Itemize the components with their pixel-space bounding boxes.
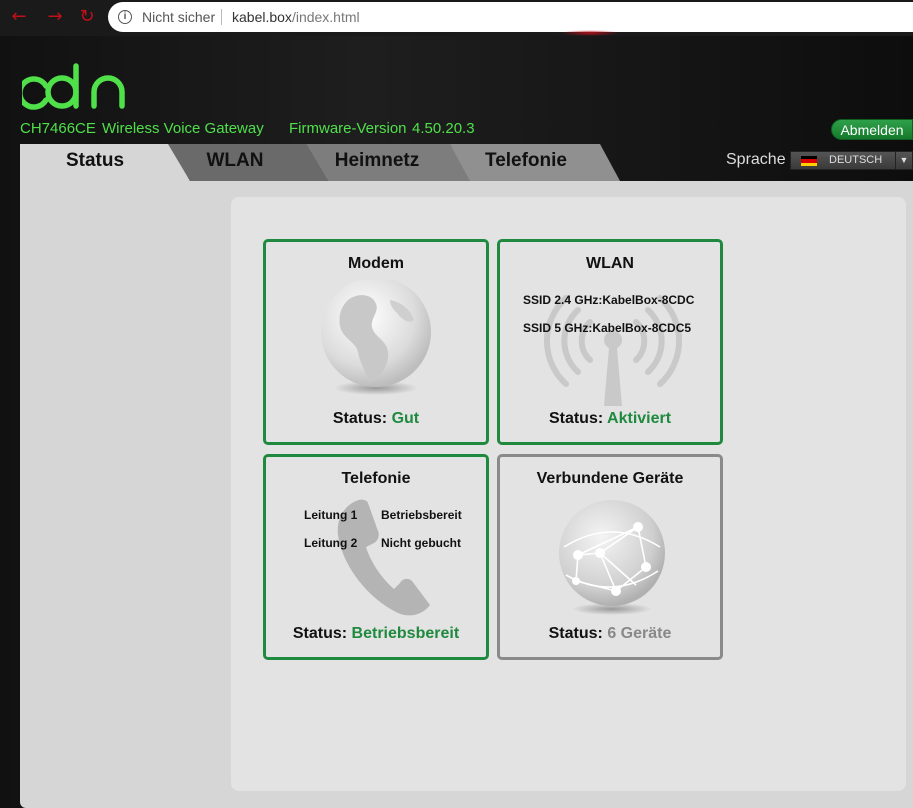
wlan-status-value: Aktiviert [607,410,672,427]
chevron-down-icon: ▼ [895,152,912,169]
devices-status: Status: 6 Geräte [500,625,720,643]
modem-status-value: Gut [391,410,420,427]
language-label: Sprache [726,151,786,168]
info-icon[interactable]: i [118,10,132,24]
address-separator [221,9,222,25]
tab-heimnetz[interactable]: Heimnetz [306,144,472,181]
tab-telefonie-label: Telefonie [485,150,567,171]
wlan-status: Status: Aktiviert [500,410,720,428]
network-globe-icon [559,500,665,615]
wlan-card[interactable]: WLAN SSID 2.4 GHz:KabelBox-8CDC SSID 5 G… [497,239,723,445]
german-flag-icon [801,156,817,166]
telefonie-line2-state: Nicht gebucht [381,536,461,550]
modem-card-title: Modem [348,255,404,272]
language-selected: DEUTSCH [829,154,883,166]
wlan-ssid-5: SSID 5 GHz:KabelBox-8CDC5 [523,321,692,335]
forward-arrow-icon[interactable]: → [44,6,66,28]
back-arrow-icon[interactable]: ← [8,6,30,28]
telefonie-line1-name: Leitung 1 [304,508,358,522]
modem-status-label: Status: [332,410,388,427]
wlan-ssid-24: SSID 2.4 GHz:KabelBox-8CDC [523,293,695,307]
globe-icon [321,280,431,395]
telefonie-line1-state: Betriebsbereit [381,508,462,522]
url-text: kabel.box/index.html [232,2,360,32]
logout-button[interactable]: Abmelden [831,119,913,140]
devices-card-title: Verbundene Geräte [536,470,684,487]
devices-card[interactable]: Verbundene Geräte Status: 6 Geräte [497,454,723,660]
wlan-status-label: Status: [548,410,604,427]
devices-status-label: Status: [548,625,603,642]
telefonie-status-value: Betriebsbereit [351,625,460,642]
tab-status[interactable]: Status [20,144,190,181]
telefonie-card[interactable]: Telefonie Leitung 1 Betriebsbereit Leitu… [263,454,489,660]
tab-glow-decoration [560,30,620,36]
url-host: kabel.box [232,9,292,25]
model-name: CH7466CE [20,120,96,137]
language-select[interactable]: DEUTSCH ▼ [790,151,913,170]
devices-status-value: 6 Geräte [607,625,672,642]
modem-status: Status: Gut [266,410,486,428]
address-bar[interactable]: i Nicht sicher kabel.box/index.html [108,2,913,32]
security-label: Nicht sicher [142,9,216,25]
tab-wlan-label: WLAN [206,150,264,171]
telefonie-status: Status: Betriebsbereit [266,625,486,643]
tab-wlan[interactable]: WLAN [168,144,328,181]
reload-icon[interactable]: ↻ [76,6,98,28]
firmware-label: Firmware-Version [289,120,407,137]
telefonie-status-label: Status: [292,625,348,642]
modem-card[interactable]: Modem Status: Gut [263,239,489,445]
url-path: /index.html [291,9,360,25]
product-name: Wireless Voice Gateway [102,120,264,137]
telefonie-line2-name: Leitung 2 [304,536,358,550]
firmware-version: 4.50.20.3 [412,120,475,137]
cbn-logo [22,63,125,110]
wlan-card-title: WLAN [586,255,634,272]
tab-heimnetz-label: Heimnetz [334,150,420,171]
browser-toolbar: ← → ↻ i Nicht sicher kabel.box/index.htm… [0,0,913,36]
tab-status-label: Status [65,150,125,171]
tab-telefonie[interactable]: Telefonie [450,144,620,181]
telefonie-card-title: Telefonie [341,470,411,487]
